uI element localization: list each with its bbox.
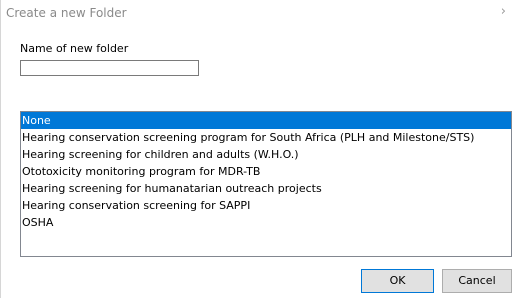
list-item[interactable]: Hearing conservation screening for SAPPI <box>21 197 511 214</box>
list-item[interactable]: Ototoxicity monitoring program for MDR-T… <box>21 163 511 180</box>
list-item[interactable]: None <box>21 112 511 129</box>
list-item[interactable]: Hearing screening for humanatarian outre… <box>21 180 511 197</box>
list-item[interactable]: Hearing screening for children and adult… <box>21 146 511 163</box>
list-item[interactable]: Hearing conservation screening program f… <box>21 129 511 146</box>
folder-template-list[interactable]: None Hearing conservation screening prog… <box>20 111 512 257</box>
list-item[interactable]: OSHA <box>21 214 511 231</box>
cancel-button[interactable]: Cancel <box>442 269 512 293</box>
dialog-left-border <box>0 0 1 298</box>
ok-button[interactable]: OK <box>361 269 434 293</box>
dialog-title: Create a new Folder <box>6 6 127 20</box>
close-icon[interactable]: › <box>501 5 506 19</box>
folder-name-label: Name of new folder <box>20 42 129 55</box>
folder-name-input[interactable] <box>20 60 199 76</box>
